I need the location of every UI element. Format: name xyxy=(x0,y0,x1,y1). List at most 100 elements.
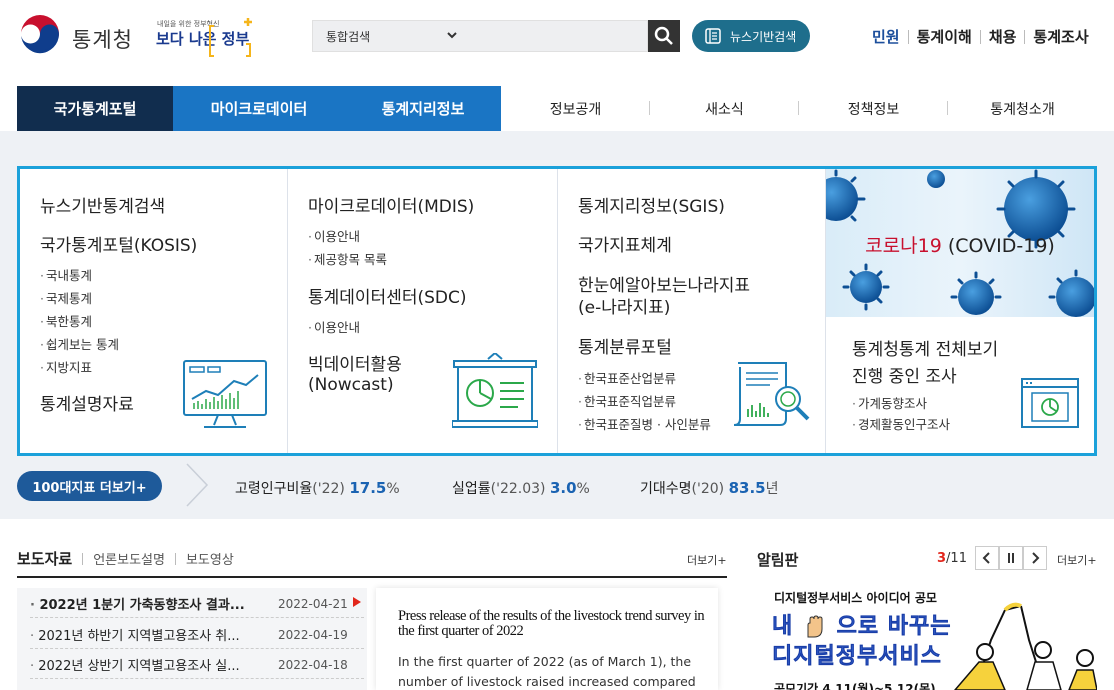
mdis-link[interactable]: 마이크로데이터(MDIS) xyxy=(308,197,474,217)
search-button[interactable] xyxy=(648,20,680,52)
indicator-life-expectancy[interactable]: 기대수명('20) 83.5년 xyxy=(640,478,778,498)
sdc-guide-link[interactable]: 이용안내 xyxy=(308,317,360,336)
logo-text[interactable]: 통계청 xyxy=(72,24,133,54)
e-nara-link[interactable]: 한눈에알아보는나라지표 xyxy=(578,276,750,296)
covid-title-red: 코로나19 xyxy=(865,235,942,257)
tab-press-video[interactable]: 보도영상 xyxy=(186,549,234,568)
people-high-five-illustration xyxy=(954,602,1097,690)
kosis-northkorea-link[interactable]: 북한통계 xyxy=(40,311,92,330)
tab-press-explanation[interactable]: 언론보도설명 xyxy=(93,549,165,568)
slogan-bracket-icon xyxy=(209,18,252,57)
press-detail-title[interactable]: Press release of the results of the live… xyxy=(398,609,708,639)
panel-column-microdata: 마이크로데이터(MDIS) 이용안내 제공항목 목록 통계데이터센터(SDC) … xyxy=(288,169,558,453)
nav-sgis[interactable]: 통계지리정보 xyxy=(345,86,501,131)
main-nav: 국가통계포털 마이크로데이터 통계지리정보 정보공개 새소식 정책정보 통계청소… xyxy=(17,86,1097,131)
util-link-survey[interactable]: 통계조사 xyxy=(1033,26,1088,47)
nowcast-link[interactable]: (Nowcast) xyxy=(308,375,394,395)
notice-pause-button[interactable] xyxy=(999,546,1023,570)
indicator-value: 17.5 xyxy=(349,479,387,497)
covid-title: 코로나19 (COVID-19) xyxy=(826,231,1094,258)
indicator-period: ('22) xyxy=(312,481,345,497)
nav-policy[interactable]: 정책정보 xyxy=(799,86,948,131)
nav-about[interactable]: 통계청소개 xyxy=(948,86,1097,131)
banner-line2b: 으로 바꾸는 xyxy=(836,614,952,640)
kosis-international-link[interactable]: 국제통계 xyxy=(40,288,92,307)
nav-info-disclosure[interactable]: 정보공개 xyxy=(501,86,650,131)
document-list-icon xyxy=(705,28,721,44)
sdc-link[interactable]: 통계데이터센터(SDC) xyxy=(308,288,467,308)
stat-docs-link[interactable]: 통계설명자료 xyxy=(40,395,134,415)
news-search-button[interactable]: 뉴스기반검색 xyxy=(692,20,810,52)
search-scope-select[interactable]: 통합검색 xyxy=(326,28,370,45)
notice-current: 3 xyxy=(937,551,947,566)
class-occupation-link[interactable]: 한국표준직업분류 xyxy=(578,391,676,410)
notice-more-link[interactable]: 더보기+ xyxy=(1057,552,1097,568)
classification-portal-link[interactable]: 통계분류포털 xyxy=(578,338,672,358)
banner-line1: 디지털정부서비스 아이디어 공모 xyxy=(774,591,937,605)
nav-kosis[interactable]: 국가통계포털 xyxy=(17,86,173,131)
mdis-items-link[interactable]: 제공항목 목록 xyxy=(308,249,387,268)
selected-arrow-icon xyxy=(353,597,361,607)
banner-line2a: 내 xyxy=(772,614,794,640)
kosis-link[interactable]: 국가통계포털(KOSIS) xyxy=(40,236,197,256)
kosis-domestic-link[interactable]: 국내통계 xyxy=(40,265,92,284)
class-disease-link[interactable]: 한국표준질병 · 사인분류 xyxy=(578,414,711,433)
ongoing-survey-title[interactable]: 진행 중인 조사 xyxy=(852,367,957,387)
indicator-unit: 년 xyxy=(765,481,779,497)
household-survey-link[interactable]: 가계동향조사 xyxy=(852,393,927,412)
press-row[interactable]: 2021년 하반기 지역별고용조사 취...2022-04-19 xyxy=(30,621,364,649)
e-nara-sub[interactable]: (e-나라지표) xyxy=(578,298,670,318)
notice-next-button[interactable] xyxy=(1023,546,1047,570)
top100-indicators-button[interactable]: 100대지표 더보기+ xyxy=(17,471,162,501)
notice-prev-button[interactable] xyxy=(975,546,999,570)
national-indicator-link[interactable]: 국가지표체계 xyxy=(578,236,672,256)
panel-column-kosis: 뉴스기반통계검색 국가통계포털(KOSIS) 국내통계 국제통계 북한통계 쉽게… xyxy=(20,169,288,453)
service-panel: 뉴스기반통계검색 국가통계포털(KOSIS) 국내통계 국제통계 북한통계 쉽게… xyxy=(17,166,1097,456)
util-link-understand[interactable]: 통계이해 xyxy=(917,26,972,47)
mdis-guide-link[interactable]: 이용안내 xyxy=(308,226,360,245)
press-tabs: 보도자료 언론보도설명 보도영상 xyxy=(17,548,234,569)
document-magnifier-icon xyxy=(733,362,810,426)
indicator-unit: % xyxy=(386,481,400,497)
covid-banner[interactable]: 코로나19 (COVID-19) xyxy=(826,169,1094,317)
press-row-title: 2021년 하반기 지역별고용조사 취... xyxy=(30,625,278,644)
news-search-label: 뉴스기반검색 xyxy=(730,29,797,44)
press-row-date: 2022-04-21 xyxy=(278,596,348,611)
utility-links: 민원 통계이해 채용 통계조사 xyxy=(872,26,1089,47)
kosis-easy-link[interactable]: 쉽게보는 통계 xyxy=(40,334,119,353)
indicator-value: 3.0 xyxy=(549,479,577,497)
chevron-right-icon xyxy=(1032,552,1040,564)
press-row[interactable]: 2022년 상반기 지역별고용조사 실...2022-04-18 xyxy=(30,651,364,679)
news-stat-search-link[interactable]: 뉴스기반통계검색 xyxy=(40,197,165,217)
monitor-chart-icon xyxy=(183,360,267,428)
indicator-label: 고령인구비율 xyxy=(235,481,313,497)
indicator-aging[interactable]: 고령인구비율('22) 17.5% xyxy=(235,478,400,498)
kosis-regional-link[interactable]: 지방지표 xyxy=(40,357,92,376)
notice-board-title: 알림판 xyxy=(757,551,799,569)
notice-total: /11 xyxy=(946,551,967,566)
chevron-right-divider-icon xyxy=(186,463,209,507)
pause-icon xyxy=(1008,553,1014,563)
util-link-recruit[interactable]: 채용 xyxy=(989,26,1017,47)
all-stats-link[interactable]: 통계청통계 전체보기 xyxy=(852,340,998,360)
indicator-unemployment[interactable]: 실업률('22.03) 3.0% xyxy=(452,478,590,498)
kostat-emblem-logo[interactable] xyxy=(18,14,62,58)
press-row-title: 2022년 상반기 지역별고용조사 실... xyxy=(30,655,278,674)
tab-press-release[interactable]: 보도자료 xyxy=(17,548,72,569)
labor-survey-link[interactable]: 경제활동인구조사 xyxy=(852,414,950,433)
search-icon xyxy=(654,26,673,45)
press-more-link[interactable]: 더보기+ xyxy=(687,552,727,568)
panel-column-sgis: 통계지리정보(SGIS) 국가지표체계 한눈에알아보는나라지표 (e-나라지표)… xyxy=(558,169,826,453)
bigdata-link[interactable]: 빅데이터활용 xyxy=(308,355,402,375)
sgis-link[interactable]: 통계지리정보(SGIS) xyxy=(578,197,725,217)
util-link-civil[interactable]: 민원 xyxy=(872,26,900,47)
chevron-down-icon[interactable] xyxy=(446,29,458,41)
nav-microdata[interactable]: 마이크로데이터 xyxy=(173,86,345,131)
banner-headline: 내 으로 바꾸는 디지털정부서비스 xyxy=(772,612,951,672)
covid-title-rest: (COVID-19) xyxy=(941,235,1055,257)
class-industry-link[interactable]: 한국표준산업분류 xyxy=(578,368,676,387)
hand-icon xyxy=(802,615,828,639)
press-row[interactable]: 2022년 1분기 가축동향조사 결과...2022-04-21 xyxy=(30,590,364,618)
nav-news[interactable]: 새소식 xyxy=(650,86,799,131)
browser-window-icon xyxy=(1021,378,1079,428)
